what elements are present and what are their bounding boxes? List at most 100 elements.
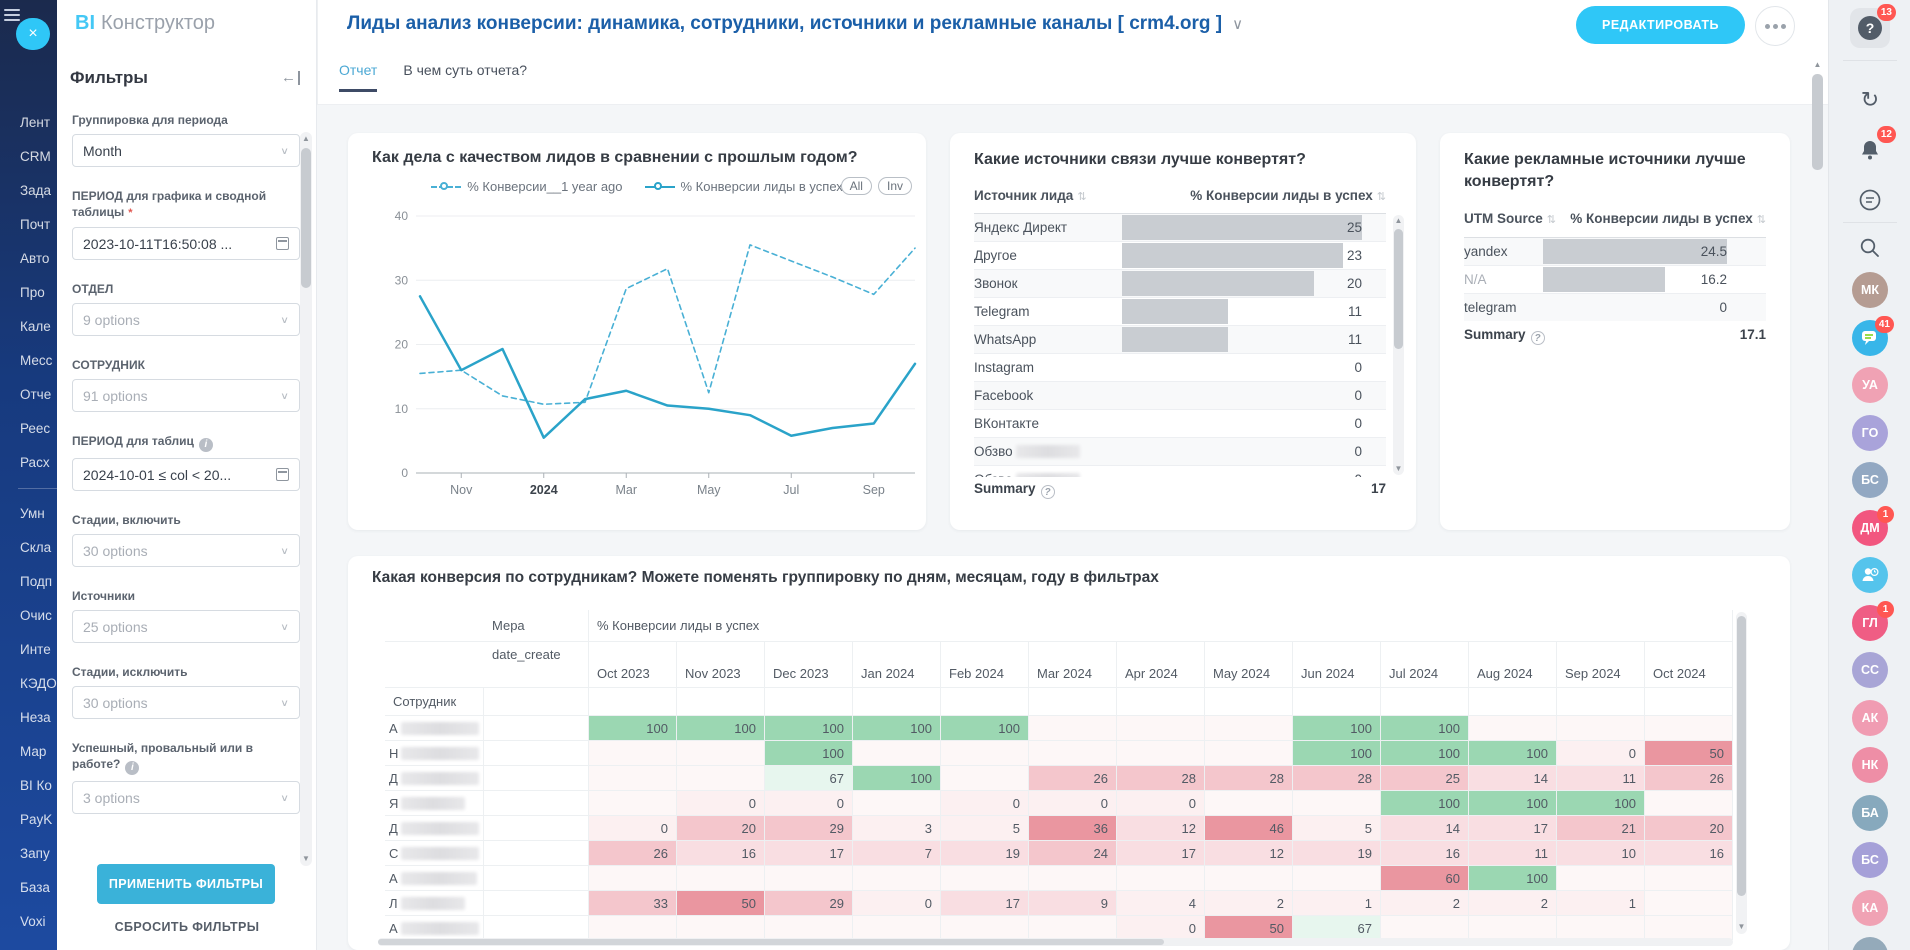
sidebar-item[interactable]: Инте (0, 633, 57, 667)
sidebar-item[interactable]: PayK (0, 803, 57, 837)
hamburger-icon[interactable] (4, 9, 20, 21)
person-clock-avatar-icon[interactable] (1852, 557, 1888, 593)
filters-scrollbar[interactable]: ▲ ▼ (300, 132, 312, 866)
scroll-up-icon[interactable]: ▲ (1393, 216, 1404, 226)
sort-icon[interactable]: ⇅ (1377, 191, 1386, 203)
refresh-icon[interactable]: ↻ (1850, 80, 1890, 120)
select-input[interactable]: 9 options∨ (72, 303, 300, 336)
sort-icon[interactable]: ⇅ (1547, 214, 1556, 226)
select-input[interactable]: 3 options∨ (72, 781, 300, 814)
avatar[interactable]: СС (1852, 652, 1888, 688)
pivot-column-header[interactable]: Sep 2024 (1557, 642, 1645, 688)
sidebar-item[interactable]: База (0, 871, 57, 905)
select-input[interactable]: 91 options∨ (72, 379, 300, 412)
sidebar-item[interactable]: Реес (0, 412, 57, 446)
avatar[interactable]: ГО (1852, 415, 1888, 451)
sidebar-item[interactable]: Про (0, 276, 57, 310)
pivot-hscrollbar[interactable] (378, 938, 1733, 946)
sidebar-item[interactable]: Подп (0, 565, 57, 599)
sidebar-item[interactable]: BI Ко (0, 769, 57, 803)
date-input[interactable]: 2024-10-01 ≤ col < 20... (72, 458, 300, 491)
select-input[interactable]: 30 options∨ (72, 686, 300, 719)
select-input[interactable]: 30 options∨ (72, 534, 300, 567)
apply-filters-button[interactable]: ПРИМЕНИТЬ ФИЛЬТРЫ (97, 864, 275, 904)
sidebar-item[interactable]: Мар (0, 735, 57, 769)
avatar[interactable]: БА (1852, 795, 1888, 831)
sidebar-item[interactable]: КЭДО (0, 667, 57, 701)
legend-inv-button[interactable]: Inv (878, 177, 912, 195)
avatar[interactable]: ГЛ1 (1852, 605, 1888, 641)
avatar[interactable]: КА (1852, 890, 1888, 926)
sources-col-value[interactable]: % Конверсии лиды в успех⇅ (1190, 188, 1386, 203)
pivot-column-header[interactable]: Feb 2024 (941, 642, 1029, 688)
pivot-column-header[interactable]: Jul 2024 (1381, 642, 1469, 688)
title-chevron-down-icon[interactable]: ∨ (1232, 16, 1243, 33)
avatar[interactable]: БС (1852, 842, 1888, 878)
avatar[interactable]: НК (1852, 747, 1888, 783)
avatar[interactable]: ДМ1 (1852, 510, 1888, 546)
tab-report[interactable]: Отчет (339, 62, 377, 92)
sidebar-item[interactable]: Почт (0, 208, 57, 242)
avatar[interactable]: АК (1852, 700, 1888, 736)
sidebar-item[interactable]: Неза (0, 701, 57, 735)
pivot-column-header[interactable]: Aug 2024 (1469, 642, 1557, 688)
pivot-column-header[interactable]: Mar 2024 (1029, 642, 1117, 688)
scroll-down-icon[interactable]: ▼ (1736, 922, 1747, 932)
scroll-down-icon[interactable]: ▼ (300, 854, 312, 864)
sidebar-item[interactable]: Умн (0, 497, 57, 531)
notifications-icon[interactable]: 12 (1850, 130, 1890, 170)
utm-col-source[interactable]: UTM Source⇅ (1464, 211, 1556, 226)
page-title[interactable]: Лиды анализ конверсии: динамика, сотрудн… (347, 13, 1243, 35)
scroll-up-icon[interactable]: ▲ (300, 134, 312, 144)
close-menu-button[interactable]: × (16, 18, 50, 50)
avatar[interactable]: УА (1852, 367, 1888, 403)
sources-col-source[interactable]: Источник лида⇅ (974, 188, 1087, 203)
scroll-down-icon[interactable]: ▼ (1393, 464, 1404, 474)
date-input[interactable]: 2023-10-11T16:50:08 ... (72, 227, 300, 260)
avatar[interactable]: ДМ (1852, 937, 1888, 950)
legend-item[interactable]: % Конверсии__1 year ago (431, 179, 622, 194)
sidebar-item[interactable]: Скла (0, 531, 57, 565)
main-scrollbar[interactable]: ▲ (1811, 60, 1824, 944)
sidebar-item[interactable]: Месс (0, 344, 57, 378)
legend-all-button[interactable]: All (841, 177, 872, 195)
pivot-column-header[interactable]: Apr 2024 (1117, 642, 1205, 688)
sidebar-item[interactable]: Авто (0, 242, 57, 276)
info-icon[interactable]: ? (1531, 331, 1545, 345)
sidebar-item[interactable]: Voxi (0, 905, 57, 939)
pivot-column-header[interactable]: Oct 2024 (1645, 642, 1733, 688)
edit-button[interactable]: РЕДАКТИРОВАТЬ (1576, 6, 1745, 44)
pivot-column-header[interactable]: Oct 2023 (589, 642, 677, 688)
pivot-scrollbar[interactable]: ▼ (1736, 612, 1747, 934)
sort-icon[interactable]: ⇅ (1077, 191, 1086, 203)
info-icon[interactable]: i (199, 438, 213, 452)
pivot-column-header[interactable]: Nov 2023 (677, 642, 765, 688)
pivot-column-header[interactable]: Dec 2023 (765, 642, 853, 688)
info-icon[interactable]: i (125, 761, 139, 775)
more-options-button[interactable] (1755, 6, 1795, 46)
legend-item[interactable]: % Конверсии лиды в успех (645, 179, 843, 194)
avatar[interactable]: МК (1852, 272, 1888, 308)
reset-filters-button[interactable]: СБРОСИТЬ ФИЛЬТРЫ (57, 920, 317, 934)
sidebar-item[interactable]: Очис (0, 599, 57, 633)
sidebar-item[interactable]: Отче (0, 378, 57, 412)
chat-icon[interactable] (1850, 180, 1890, 220)
tab-about[interactable]: В чем суть отчета? (403, 62, 527, 92)
select-input[interactable]: 25 options∨ (72, 610, 300, 643)
search-icon[interactable] (1850, 228, 1890, 268)
sort-icon[interactable]: ⇅ (1757, 214, 1766, 226)
sidebar-item[interactable]: Запу (0, 837, 57, 871)
collapse-panel-icon[interactable]: ← (281, 71, 300, 85)
sources-scrollbar[interactable]: ▲ ▼ (1393, 215, 1404, 475)
utm-col-value[interactable]: % Конверсии лиды в успех⇅ (1570, 211, 1766, 226)
help-icon[interactable]: ?13 (1850, 8, 1890, 48)
sidebar-item[interactable]: Зада (0, 174, 57, 208)
sidebar-item[interactable]: Кале (0, 310, 57, 344)
sidebar-item[interactable]: Лент (0, 106, 57, 140)
avatar[interactable]: БС (1852, 462, 1888, 498)
messenger-avatar-icon[interactable]: 41 (1852, 320, 1888, 356)
sidebar-item[interactable]: CRM (0, 140, 57, 174)
select-input[interactable]: Month∨ (72, 134, 300, 167)
pivot-column-header[interactable]: Jan 2024 (853, 642, 941, 688)
info-icon[interactable]: ? (1041, 485, 1055, 499)
